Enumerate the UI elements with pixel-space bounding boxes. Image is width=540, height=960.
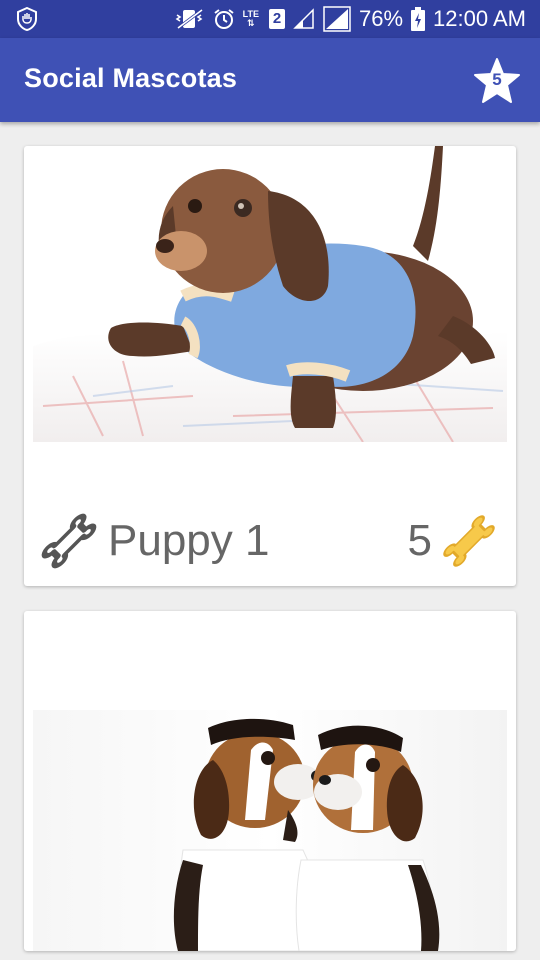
clock: 12:00 AM bbox=[433, 6, 526, 31]
vibrate-mute-icon bbox=[175, 8, 205, 30]
favorites-count: 5 bbox=[492, 70, 502, 89]
pet-card bbox=[24, 611, 516, 951]
like-button[interactable] bbox=[38, 510, 100, 572]
signal-weak-icon bbox=[293, 8, 315, 30]
notification-shield-icon bbox=[16, 6, 38, 36]
lte-indicator: LTE ⇅ bbox=[242, 9, 259, 28]
sim-slot-indicator: 2 bbox=[269, 9, 285, 29]
bone-outline-icon bbox=[41, 513, 97, 569]
app-bar: Social Mascotas 5 bbox=[0, 38, 540, 122]
signal-strength-icon bbox=[323, 6, 351, 32]
battery-percent: 76% bbox=[359, 6, 404, 31]
pet-card-footer: Puppy 1 5 bbox=[24, 504, 516, 576]
favorites-button[interactable]: 5 bbox=[472, 57, 522, 105]
alarm-icon bbox=[213, 8, 235, 30]
rating-count: 5 bbox=[407, 516, 432, 565]
status-icons: LTE ⇅ 2 76% 12:00 AM bbox=[175, 0, 526, 38]
status-bar: LTE ⇅ 2 76% 12:00 AM bbox=[0, 0, 540, 38]
pet-photo-beagle-puppies bbox=[33, 710, 507, 951]
app-title: Social Mascotas bbox=[24, 63, 238, 93]
bone-rating-icon bbox=[438, 510, 500, 572]
pet-photo-dachshund-puppy bbox=[33, 146, 507, 442]
battery-charging-icon bbox=[411, 7, 426, 31]
pet-card: Puppy 1 5 bbox=[24, 146, 516, 586]
pet-name: Puppy 1 bbox=[108, 516, 270, 565]
